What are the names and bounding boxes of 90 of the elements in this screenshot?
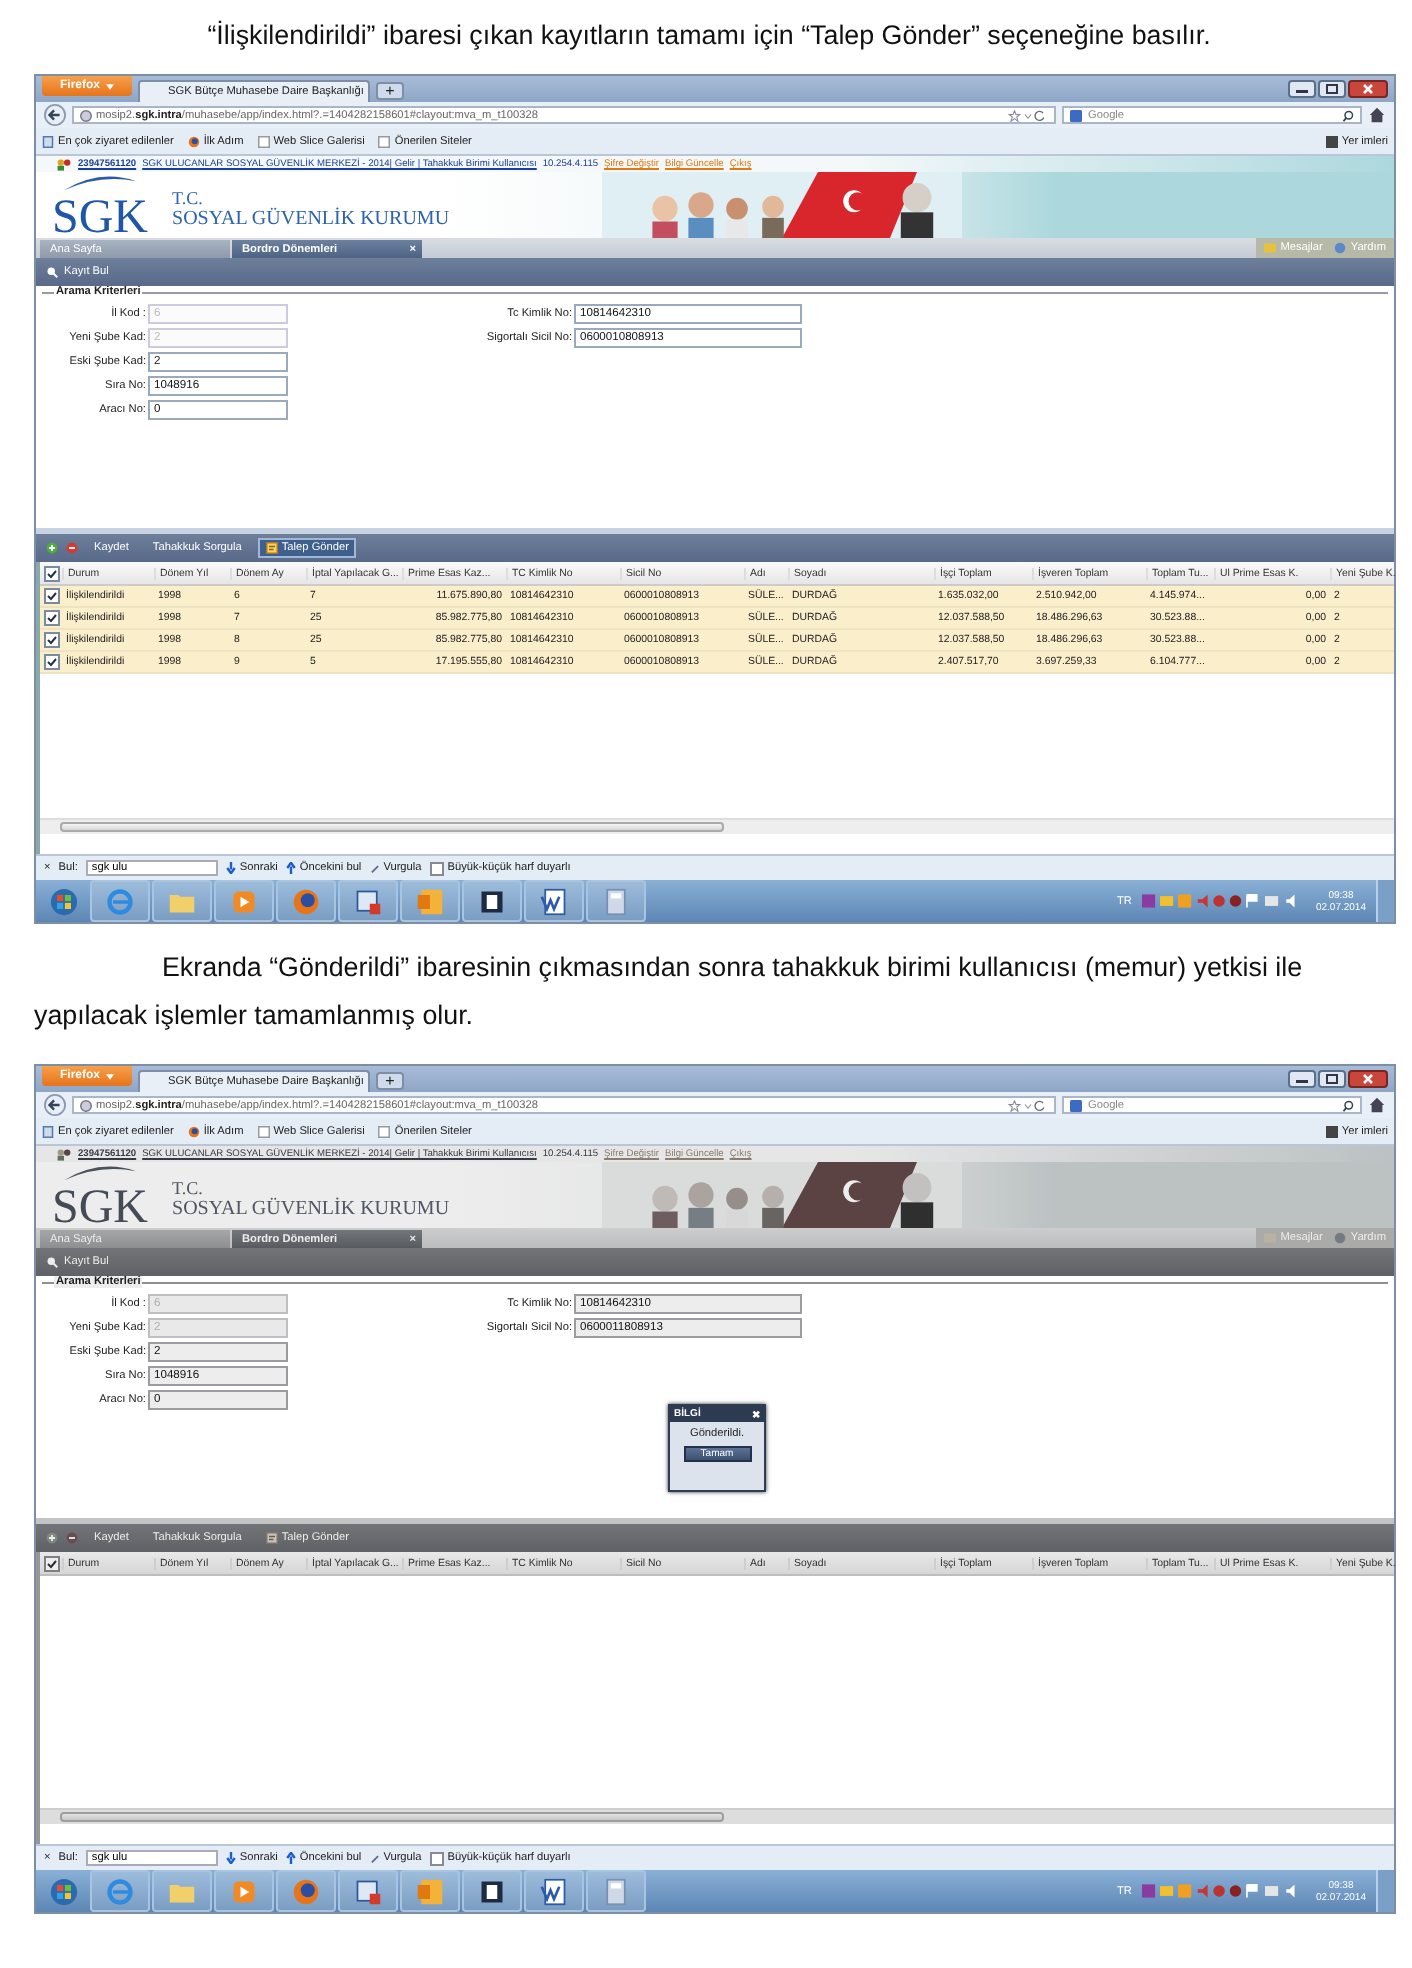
search-engine-icon (1070, 1099, 1082, 1112)
logo-title: SOSYAL GÜVENLİK KURUMU (172, 208, 450, 231)
play-icon (230, 1877, 258, 1905)
swoosh-icon (60, 1164, 140, 1183)
blank-page-icon (378, 1125, 391, 1138)
logo-caption: T.C. (172, 1178, 205, 1199)
up-arrow-icon (285, 1852, 296, 1865)
star-reload-icon[interactable] (1008, 1099, 1048, 1112)
windows-logo-icon (50, 1877, 78, 1905)
close-icon[interactable] (1348, 1070, 1388, 1088)
search-icon[interactable] (1342, 1099, 1354, 1112)
minimize-icon[interactable] (1288, 1070, 1316, 1088)
checkbox[interactable] (44, 565, 60, 582)
swoosh-icon (60, 174, 140, 193)
checkbox[interactable] (44, 588, 60, 605)
mail-icon (416, 887, 444, 915)
logo-caption: T.C. (172, 188, 205, 209)
minimize-icon[interactable] (1288, 80, 1316, 98)
add-icon[interactable] (46, 542, 58, 555)
taskbar-button[interactable] (524, 880, 584, 922)
restore-icon[interactable] (1318, 80, 1346, 98)
calculator-icon (602, 887, 630, 915)
new-tab-button[interactable]: + (376, 82, 405, 101)
horizontal-scrollbar[interactable] (40, 1808, 1394, 1825)
horizontal-scrollbar[interactable] (40, 818, 1394, 835)
play-icon (230, 887, 258, 915)
users-icon (56, 157, 72, 172)
blank-page-icon (257, 1125, 270, 1138)
page-icon (42, 1125, 54, 1138)
logo-text: SGK (52, 1188, 149, 1229)
chart-icon (354, 1877, 382, 1905)
caret-icon (106, 83, 115, 89)
calculator-icon (602, 1877, 630, 1905)
search-engine-icon (1070, 109, 1082, 122)
search-icon (46, 1256, 58, 1269)
up-arrow-icon (285, 862, 296, 875)
firefox-icon (292, 887, 320, 915)
restore-icon[interactable] (1318, 1070, 1346, 1088)
paragraph: Ekranda “Gönderildi” ibaresinin çıkmasından sonra tahakkuk birimi kullanıcısı (memur) yetkisi ile yapılacak işlemler tamamlanmış olur. (32, 950, 1305, 1034)
help-icon (1334, 1232, 1347, 1245)
checkbox[interactable] (44, 632, 60, 649)
search-icon (46, 266, 58, 279)
note-icon (265, 542, 278, 555)
taskbar-button[interactable] (462, 880, 522, 922)
paragraph: “İlişkilendirildi” ibaresi çıkan kayıtların tamamı için “Talep Gönder” seçeneğine basılır. (205, 18, 1213, 54)
new-tab-button[interactable]: + (376, 1072, 405, 1091)
envelope-icon (1264, 242, 1277, 255)
home-icon[interactable] (1368, 1096, 1386, 1115)
windows-logo-icon (50, 887, 78, 915)
down-arrow-icon (225, 1852, 236, 1865)
blank-page-icon (257, 135, 270, 148)
logo-title: SOSYAL GÜVENLİK KURUMU (172, 1198, 450, 1221)
browser-icon (106, 1877, 134, 1905)
remove-icon[interactable] (66, 1532, 78, 1545)
globe-icon (80, 1099, 92, 1112)
envelope-icon (1264, 1232, 1277, 1245)
bookmarks-icon (1325, 1125, 1338, 1138)
browser-icon (106, 887, 134, 915)
document-icon (540, 887, 568, 915)
home-icon[interactable] (1368, 106, 1386, 125)
checkbox[interactable] (44, 610, 60, 627)
logo-text: SGK (52, 198, 149, 239)
document-icon (540, 1877, 568, 1905)
help-icon (1334, 242, 1347, 255)
remove-icon[interactable] (66, 542, 78, 555)
blank-page-icon (378, 135, 391, 148)
marker-icon (369, 862, 380, 875)
users-icon (56, 1147, 72, 1162)
marker-icon (369, 1852, 380, 1865)
firefox-icon (187, 135, 200, 148)
firefox-icon (187, 1125, 200, 1138)
taskbar-button[interactable] (524, 1870, 584, 1912)
checkbox[interactable] (44, 654, 60, 671)
star-reload-icon[interactable] (1008, 109, 1048, 122)
page-icon (42, 135, 54, 148)
caret-icon (106, 1073, 115, 1079)
taskbar-button[interactable] (462, 1870, 522, 1912)
checkbox[interactable] (44, 1555, 60, 1572)
mail-icon (416, 1877, 444, 1905)
search-icon[interactable] (1342, 109, 1354, 122)
back-icon[interactable] (44, 104, 66, 127)
bookmarks-icon (1325, 135, 1338, 148)
close-icon[interactable] (1348, 80, 1388, 98)
chart-icon (354, 887, 382, 915)
firefox-icon (292, 1877, 320, 1905)
globe-icon (80, 109, 92, 122)
add-icon[interactable] (46, 1532, 58, 1545)
note-icon (265, 1532, 278, 1545)
down-arrow-icon (225, 862, 236, 875)
back-icon[interactable] (44, 1094, 66, 1117)
